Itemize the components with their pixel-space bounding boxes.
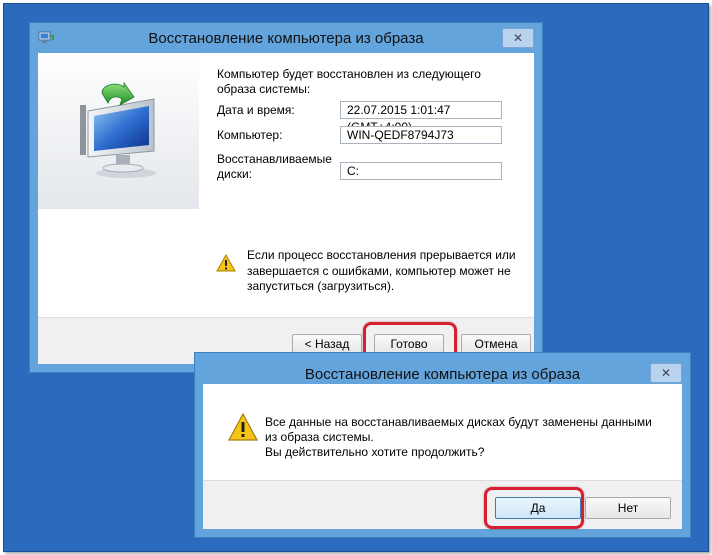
restore-dialog-titlebar[interactable]: Восстановление компьютера из образа ✕	[30, 23, 542, 53]
yes-highlight-outline	[484, 487, 584, 529]
datetime-field[interactable]: 22.07.2015 1:01:47 (GMT+4:00)	[340, 101, 502, 134]
warning-icon	[216, 254, 236, 272]
confirm-message-line1: Все данные на восстанавливаемых дисках б…	[265, 415, 652, 444]
side-illustration-panel	[38, 53, 199, 209]
disks-label: Восстанавливаемые диски:	[217, 152, 332, 181]
close-icon: ✕	[512, 31, 524, 45]
confirm-dialog-window: Восстановление компьютера из образа ✕ Вс…	[194, 352, 691, 538]
restore-dialog-title: Восстановление компьютера из образа	[148, 30, 424, 47]
computer-field[interactable]: WIN-QEDF8794J73	[340, 126, 502, 144]
close-button[interactable]: ✕	[502, 28, 534, 48]
confirm-button-bar: Да Нет	[203, 480, 682, 529]
disks-field[interactable]: C:	[340, 162, 502, 180]
confirm-dialog-content: Все данные на восстанавливаемых дисках б…	[203, 384, 682, 529]
datetime-label: Дата и время:	[217, 103, 295, 117]
cancel-button[interactable]: Отмена	[461, 334, 531, 354]
confirm-dialog-title: Восстановление компьютера из образа	[304, 366, 581, 383]
restore-dialog-content: Компьютер будет восстановлен из следующе…	[38, 53, 534, 364]
system-restore-icon	[80, 81, 156, 178]
restore-dialog-window: Восстановление компьютера из образа ✕ Ко…	[29, 22, 543, 373]
back-button[interactable]: < Назад	[292, 334, 362, 354]
confirm-message-line2: Вы действительно хотите продолжить?	[265, 445, 485, 459]
confirm-close-button[interactable]: ✕	[650, 363, 682, 383]
no-button[interactable]: Нет	[585, 497, 671, 519]
confirm-message: Все данные на восстанавливаемых дисках б…	[265, 415, 665, 460]
restore-intro-text: Компьютер будет восстановлен из следующе…	[217, 67, 481, 96]
warning-icon	[228, 413, 258, 441]
restore-warning-text: Если процесс восстановления прерывается …	[247, 248, 516, 293]
close-icon: ✕	[660, 366, 672, 380]
computer-label: Компьютер:	[217, 128, 283, 142]
